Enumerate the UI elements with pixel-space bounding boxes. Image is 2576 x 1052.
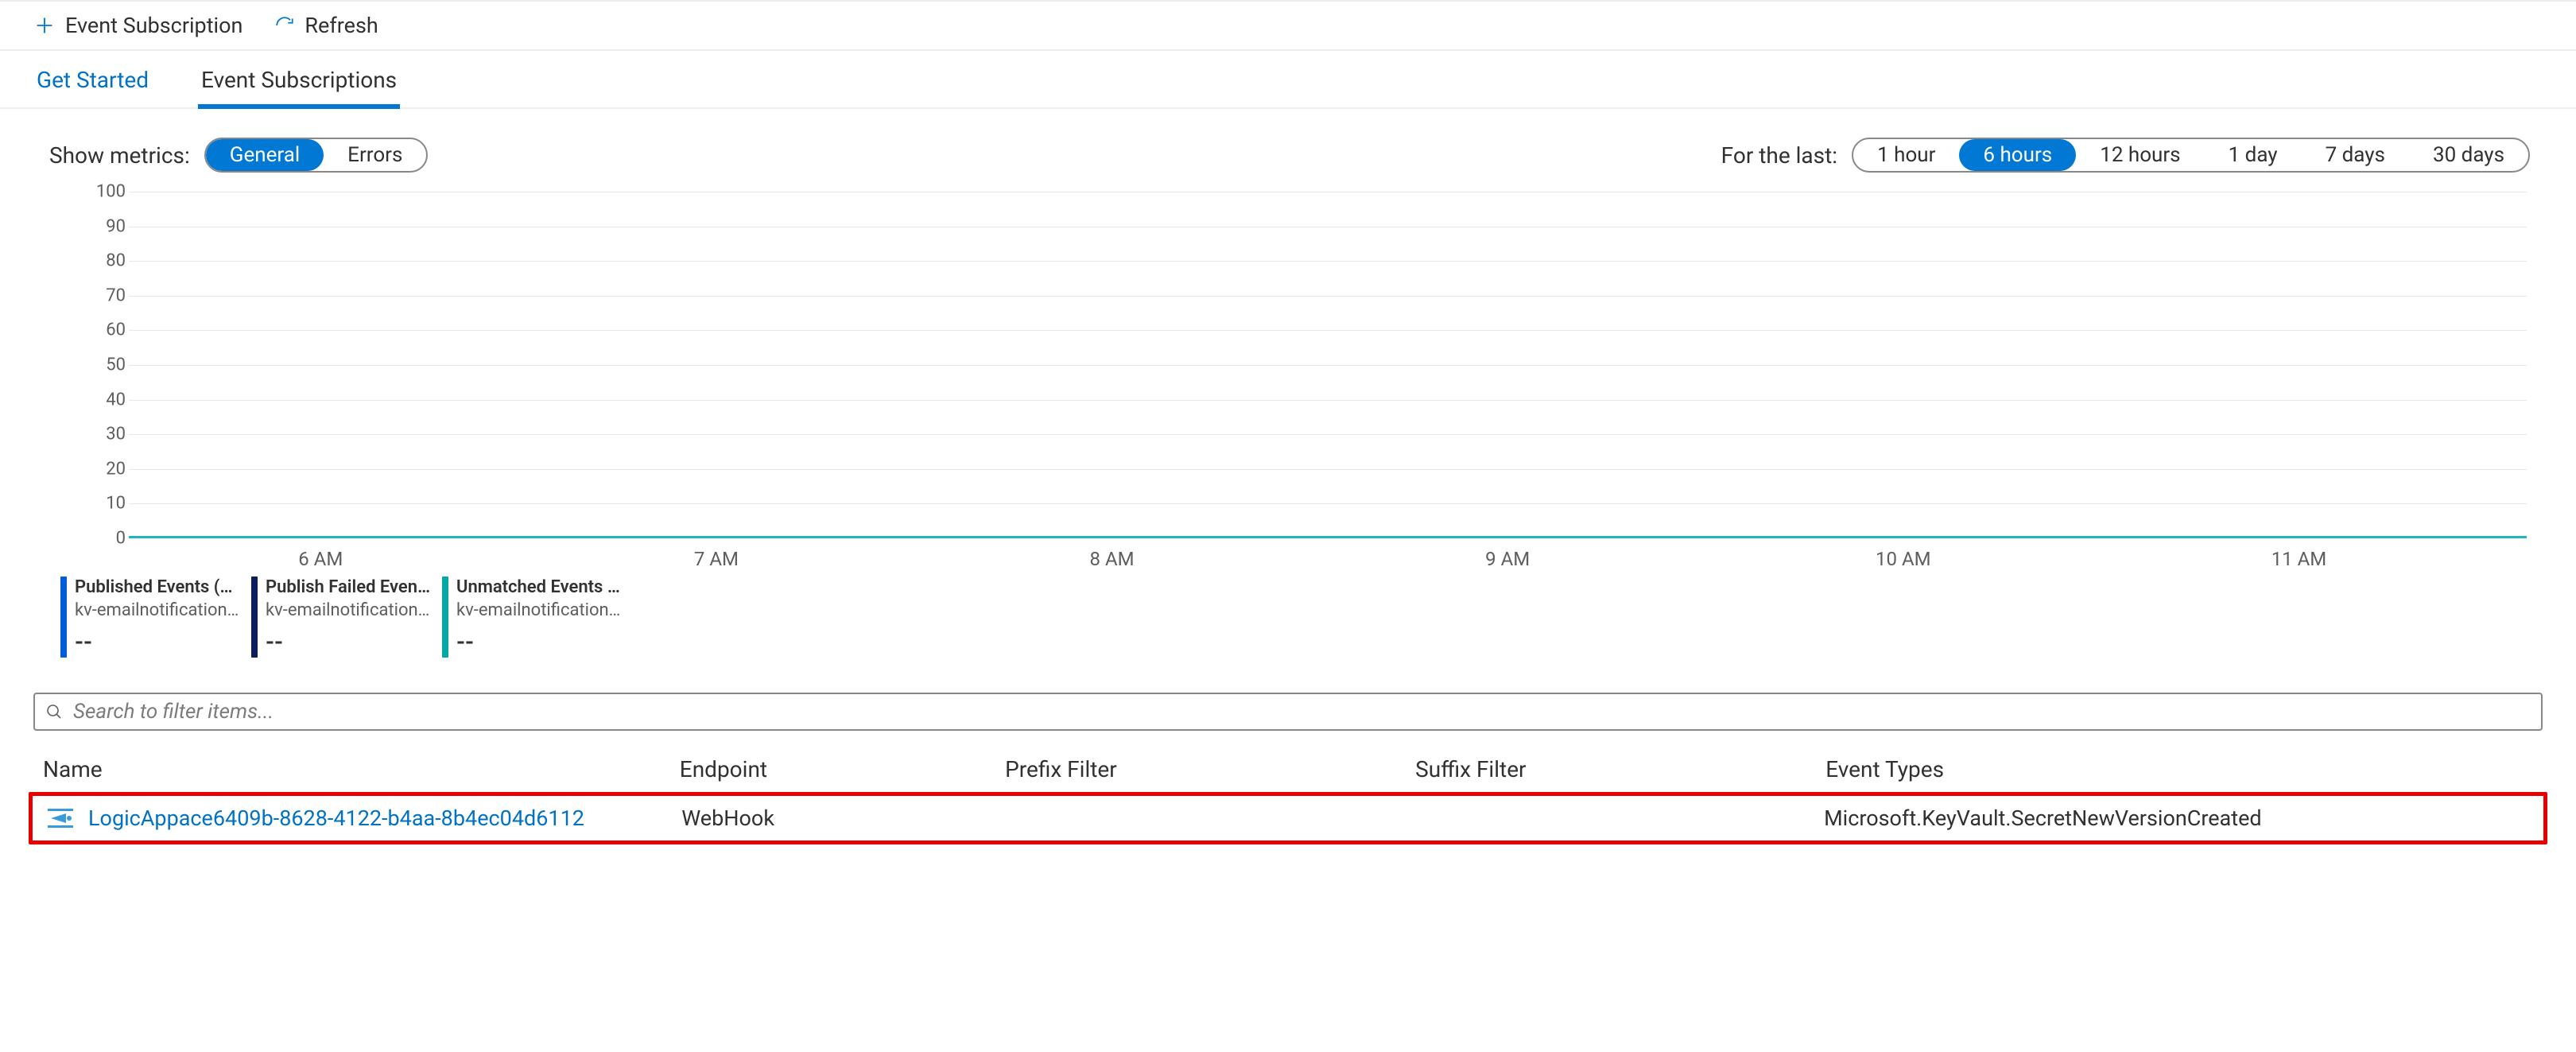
metrics-chart: 6 AM 7 AM 8 AM 9 AM 10 AM 11 AM 0 10 20 30 40 50 60…: [0, 187, 2576, 576]
table-row[interactable]: LogicAppace6409b-8628-4122-b4aa-8b4ec04d…: [37, 798, 2539, 839]
y-tick: 20: [106, 459, 126, 479]
show-metrics-label: Show metrics:: [49, 142, 190, 169]
col-endpoint[interactable]: Endpoint: [680, 756, 1005, 782]
time-range-label: For the last:: [1721, 142, 1837, 169]
command-bar: Event Subscription Refresh: [0, 0, 2576, 51]
tab-bar: Get Started Event Subscriptions: [0, 51, 2576, 109]
range-1-hour[interactable]: 1 hour: [1853, 139, 1959, 171]
legend-series-value: --: [266, 627, 431, 658]
cell-endpoint: WebHook: [681, 805, 1006, 831]
filter-search[interactable]: [33, 693, 2543, 731]
metrics-errors[interactable]: Errors: [324, 139, 426, 171]
tab-get-started[interactable]: Get Started: [33, 67, 152, 107]
range-12-hours[interactable]: 12 hours: [2076, 139, 2204, 171]
y-tick: 60: [106, 320, 126, 340]
y-tick: 0: [116, 529, 126, 549]
table-header-row: Name Endpoint Prefix Filter Suffix Filte…: [33, 745, 2543, 794]
metrics-general[interactable]: General: [206, 139, 324, 171]
col-name[interactable]: Name: [43, 756, 680, 782]
y-tick: 90: [106, 216, 126, 236]
legend-series-source: kv-emailnotification…: [456, 600, 622, 623]
col-prefix[interactable]: Prefix Filter: [1005, 756, 1415, 782]
tab-event-subscriptions[interactable]: Event Subscriptions: [198, 67, 400, 107]
x-tick: 11 AM: [2271, 548, 2327, 570]
legend-series-value: --: [456, 627, 622, 658]
legend-item[interactable]: Unmatched Events (Sum)kv-emailnotificati…: [442, 576, 623, 658]
y-tick: 10: [106, 494, 126, 514]
highlighted-row: LogicAppace6409b-8628-4122-b4aa-8b4ec04d…: [29, 792, 2547, 844]
y-tick: 30: [106, 425, 126, 444]
range-30-days[interactable]: 30 days: [2409, 139, 2528, 171]
cell-types: Microsoft.KeyVault.SecretNewVersionCreat…: [1824, 805, 2529, 831]
legend-series-name: Publish Failed Event…: [266, 576, 431, 600]
x-tick: 9 AM: [1485, 548, 1530, 570]
legend-series-value: --: [75, 627, 240, 658]
chart-legend: Published Events (Sum)kv-emailnotificati…: [0, 576, 2576, 681]
y-tick: 100: [96, 182, 126, 202]
col-types[interactable]: Event Types: [1825, 756, 2533, 782]
y-tick: 80: [106, 251, 126, 271]
legend-series-name: Published Events (Sum): [75, 576, 240, 600]
time-range-toggle: 1 hour 6 hours 12 hours 1 day 7 days 30 …: [1852, 138, 2530, 173]
subscription-name-link[interactable]: LogicAppace6409b-8628-4122-b4aa-8b4ec04d…: [88, 805, 584, 831]
legend-item[interactable]: Publish Failed Event…kv-emailnotificatio…: [251, 576, 433, 658]
chart-controls: Show metrics: General Errors For the las…: [0, 109, 2576, 187]
x-tick: 6 AM: [298, 548, 343, 570]
y-tick: 70: [106, 285, 126, 305]
x-tick: 8 AM: [1090, 548, 1135, 570]
search-icon: [45, 702, 64, 721]
x-tick: 7 AM: [694, 548, 739, 570]
range-6-hours[interactable]: 6 hours: [1959, 139, 2076, 171]
refresh-icon: [274, 15, 295, 36]
new-event-subscription-label: Event Subscription: [65, 13, 242, 38]
filter-search-input[interactable]: [72, 699, 2531, 724]
chart-series-line: [129, 536, 2527, 538]
legend-series-source: kv-emailnotification…: [266, 600, 431, 623]
range-1-day[interactable]: 1 day: [2205, 139, 2302, 171]
subscriptions-table: Name Endpoint Prefix Filter Suffix Filte…: [0, 731, 2576, 860]
legend-item[interactable]: Published Events (Sum)kv-emailnotificati…: [60, 576, 242, 658]
y-tick: 40: [106, 390, 126, 410]
legend-series-source: kv-emailnotification…: [75, 600, 240, 623]
new-event-subscription-button[interactable]: Event Subscription: [33, 13, 242, 38]
event-grid-icon: [47, 806, 74, 830]
refresh-button[interactable]: Refresh: [274, 13, 378, 38]
plus-icon: [33, 14, 56, 37]
col-suffix[interactable]: Suffix Filter: [1415, 756, 1825, 782]
y-tick: 50: [106, 355, 126, 375]
metrics-toggle: General Errors: [204, 138, 429, 173]
refresh-label: Refresh: [305, 13, 378, 38]
legend-series-name: Unmatched Events (Sum): [456, 576, 622, 600]
x-tick: 10 AM: [1876, 548, 1931, 570]
range-7-days[interactable]: 7 days: [2302, 139, 2409, 171]
